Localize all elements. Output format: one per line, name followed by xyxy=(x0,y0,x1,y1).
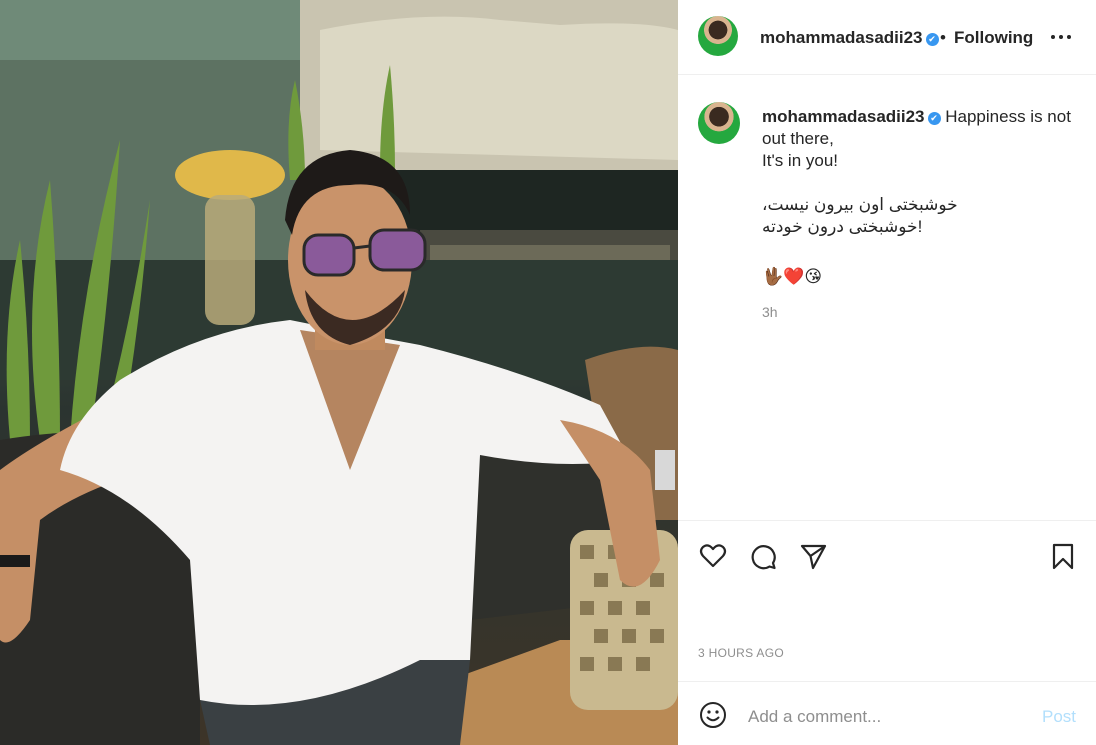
post-photo[interactable] xyxy=(0,0,678,745)
bookmark-icon[interactable] xyxy=(1048,541,1078,571)
author-username[interactable]: mohammadasadii23 ✔ xyxy=(760,28,939,48)
comment-input[interactable] xyxy=(748,706,1008,728)
post-timestamp[interactable]: 3 HOURS AGO xyxy=(698,646,784,660)
caption-author-username[interactable]: mohammadasadii23 xyxy=(762,107,925,126)
instagram-post-view: mohammadasadii23 ✔ • Following mohammadas… xyxy=(0,0,1096,745)
emoji-picker-icon[interactable] xyxy=(698,700,728,730)
verified-badge-icon: ✔ xyxy=(925,33,939,46)
post-header: mohammadasadii23 ✔ • Following xyxy=(678,0,1096,75)
following-button[interactable]: Following xyxy=(954,28,1033,48)
comment-icon[interactable] xyxy=(748,541,778,571)
caption-persian-line-1: خوشبختی اون بیرون نیست، xyxy=(762,195,958,214)
share-icon[interactable] xyxy=(798,541,828,571)
caption-verified-badge-icon: ✔ xyxy=(927,112,941,125)
caption-emojis: 🖖🏾❤️😘 xyxy=(762,267,823,286)
separator-dot: • xyxy=(940,28,946,47)
more-options-icon[interactable] xyxy=(1046,22,1076,52)
author-username-text[interactable]: mohammadasadii23 xyxy=(760,28,923,47)
post-comment-button[interactable]: Post xyxy=(1042,707,1076,727)
caption-persian-line-2: !خوشبختی درون خودته xyxy=(762,217,923,236)
post-photo-illustration xyxy=(0,0,678,745)
caption-author-avatar[interactable] xyxy=(698,102,740,144)
author-avatar[interactable] xyxy=(698,16,738,56)
add-comment-bar: Post xyxy=(678,681,1096,745)
post-details-panel: mohammadasadii23 ✔ • Following mohammadas… xyxy=(678,0,1096,745)
caption-line-2: It's in you! xyxy=(762,151,839,170)
post-actions-bar xyxy=(678,520,1096,590)
heart-icon[interactable] xyxy=(698,541,728,571)
caption-relative-time[interactable]: 3h xyxy=(762,304,778,320)
caption-text: mohammadasadii23 ✔ Happiness is not out t… xyxy=(762,106,1092,288)
